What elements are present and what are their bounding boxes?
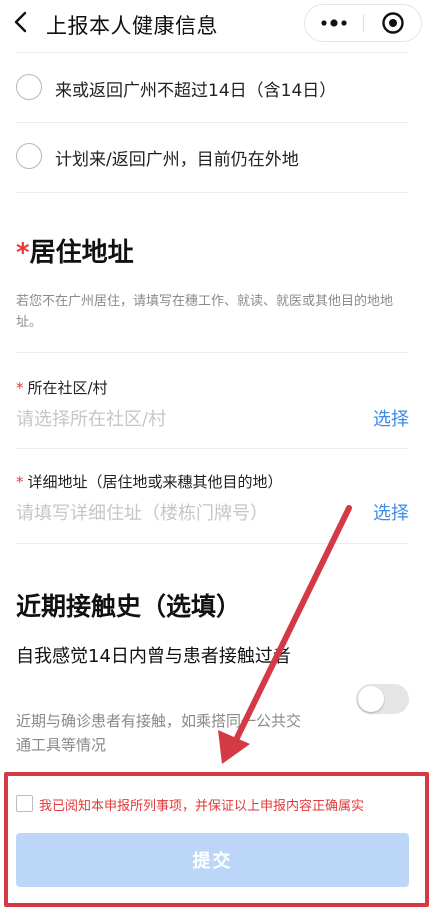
address-hint: 若您不在广州居住，请填写在穗工作、就读、就医或其他目的地地址。 bbox=[16, 294, 394, 330]
radio-circle-icon[interactable] bbox=[16, 74, 42, 100]
divider bbox=[16, 192, 409, 193]
target-icon[interactable] bbox=[364, 5, 422, 41]
divider bbox=[16, 352, 409, 353]
community-label: * 所在社区/村 bbox=[16, 379, 108, 397]
divider bbox=[16, 543, 409, 544]
detail-address-input[interactable]: 请填写详细住址（楼栋门牌号） bbox=[16, 499, 268, 525]
radio-circle-icon[interactable] bbox=[16, 143, 42, 169]
toggle-knob bbox=[358, 686, 384, 712]
community-input[interactable]: 请选择所在社区/村 bbox=[16, 405, 166, 431]
chevron-left-icon[interactable] bbox=[10, 8, 34, 36]
radio-option-label: 计划来/返回广州，目前仍在外地 bbox=[55, 150, 299, 170]
address-title-text: 居住地址 bbox=[29, 238, 134, 268]
detail-address-label: * 详细地址（居住地或来穗其他目的地） bbox=[16, 473, 283, 491]
divider bbox=[16, 448, 409, 449]
submit-label: 提交 bbox=[192, 851, 233, 872]
mini-program-capsule bbox=[304, 4, 422, 42]
more-dots-icon[interactable] bbox=[305, 5, 363, 41]
address-section-title: *居住地址 bbox=[16, 232, 134, 269]
submit-button[interactable]: 提交 bbox=[16, 833, 409, 887]
radio-option-planning[interactable]: 计划来/返回广州，目前仍在外地 bbox=[16, 135, 409, 179]
contact-toggle[interactable] bbox=[356, 684, 409, 714]
divider bbox=[16, 52, 409, 53]
contact-question: 自我感觉14日内曾与患者接触过者 bbox=[16, 646, 291, 667]
page-title: 上报本人健康信息 bbox=[46, 14, 218, 38]
required-star: * bbox=[16, 379, 24, 397]
divider bbox=[16, 122, 409, 123]
required-star: * bbox=[16, 238, 30, 268]
community-select-button[interactable]: 选择 bbox=[373, 405, 409, 431]
radio-option-within-14-days[interactable]: 来或返回广州不超过14日（含14日） bbox=[16, 66, 409, 110]
top-bar: 上报本人健康信息 bbox=[0, 0, 433, 48]
contact-description: 近期与确诊患者有接触，如乘搭同一公共交通工具等情况 bbox=[16, 712, 302, 754]
agreement-checkbox[interactable] bbox=[16, 795, 33, 812]
agreement-text: 我已阅知本申报所列事项，并保证以上申报内容正确属实 bbox=[39, 799, 365, 814]
radio-option-label: 来或返回广州不超过14日（含14日） bbox=[55, 81, 337, 101]
community-field[interactable]: * 所在社区/村 请选择所在社区/村 选择 bbox=[16, 377, 409, 433]
required-star: * bbox=[16, 473, 24, 491]
detail-address-select-button[interactable]: 选择 bbox=[373, 499, 409, 525]
contact-section-title: 近期接触史（选填） bbox=[16, 592, 242, 621]
detail-address-field[interactable]: * 详细地址（居住地或来穗其他目的地） 请填写详细住址（楼栋门牌号） 选择 bbox=[16, 471, 409, 527]
agreement-row[interactable]: 我已阅知本申报所列事项，并保证以上申报内容正确属实 bbox=[16, 793, 416, 817]
